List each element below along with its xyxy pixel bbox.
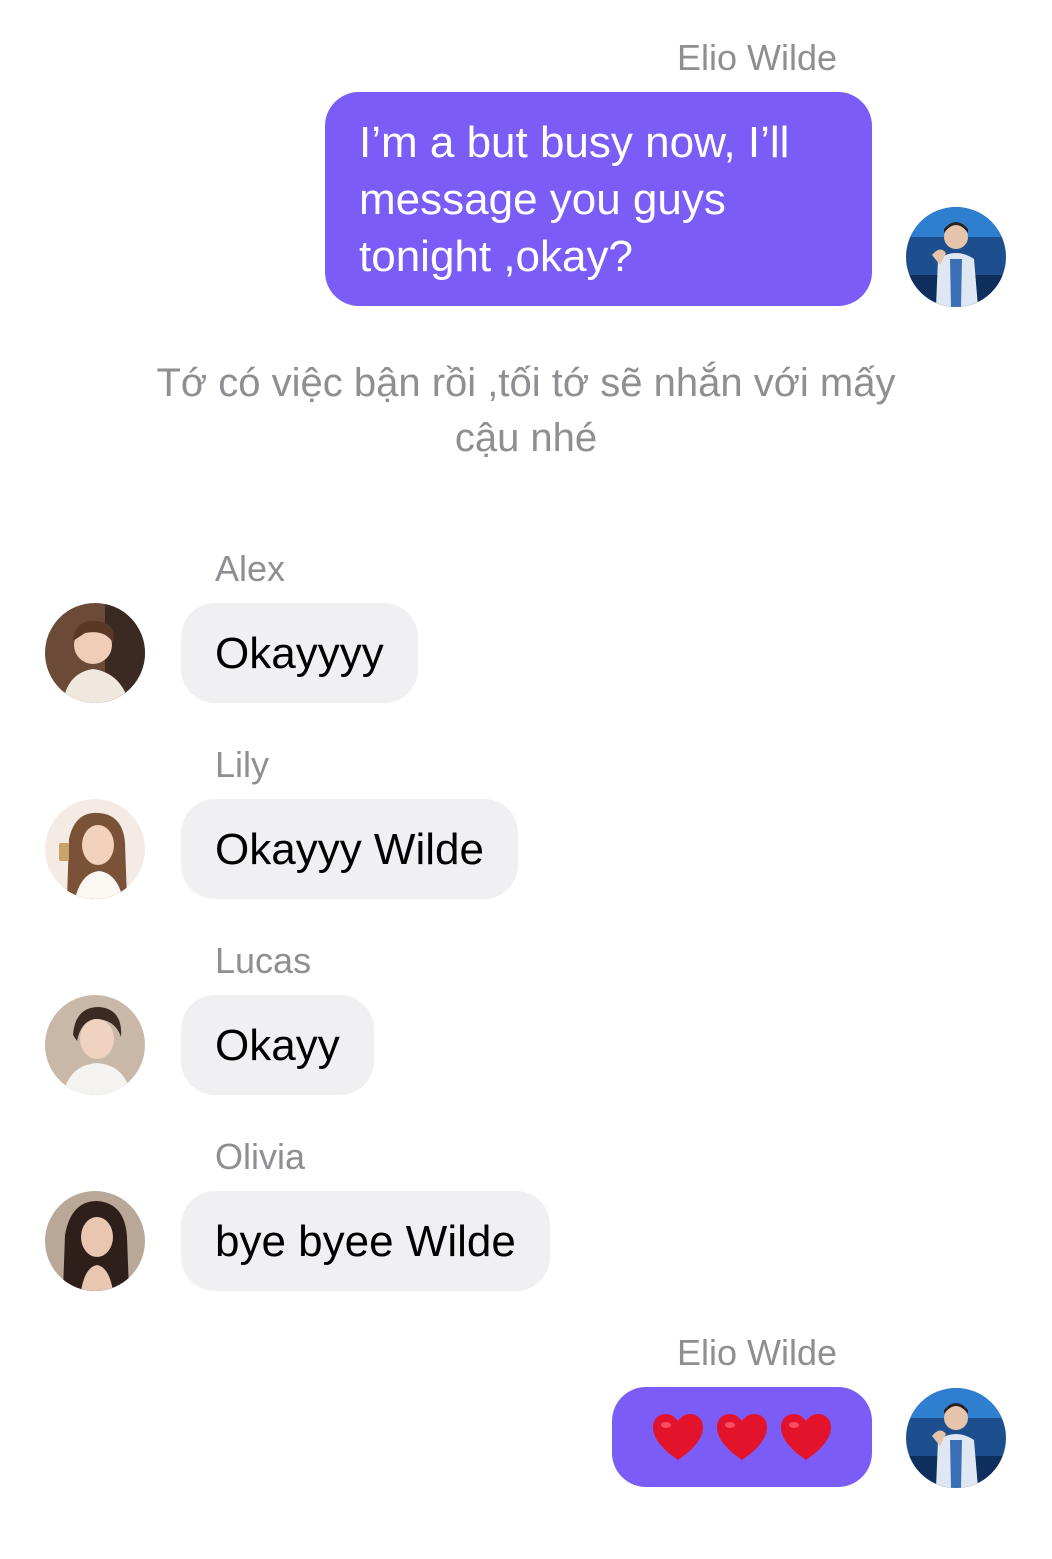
message-bubble-incoming[interactable]: Okayyyy — [181, 603, 418, 703]
avatar-elio-wilde[interactable] — [906, 1388, 1006, 1488]
sender-name-lucas: Lucas — [215, 940, 312, 981]
avatar-lily[interactable] — [45, 799, 145, 899]
message-text: Okayyy Wilde — [215, 824, 484, 874]
sender-name-olivia: Olivia — [215, 1136, 306, 1177]
elio-wilde-photo — [906, 207, 1006, 307]
message-text: Okayyyy — [215, 628, 384, 678]
message-bubble-incoming[interactable]: Okayyy Wilde — [181, 799, 518, 899]
message-text: Okayy — [215, 1020, 340, 1070]
olivia-photo — [45, 1191, 145, 1291]
elio-wilde-photo — [906, 1388, 1006, 1488]
lucas-photo — [45, 995, 145, 1095]
message-bubble-outgoing[interactable]: I’m a but busy now, I’ll message you guy… — [325, 92, 872, 306]
translation-text: Tớ có việc bận rồi ,tối tớ sẽ nhắn với m… — [156, 361, 896, 460]
alex-photo — [45, 603, 145, 703]
sender-name-alex: Alex — [215, 548, 286, 589]
heart-emoji — [717, 1414, 767, 1460]
avatar-lucas[interactable] — [45, 995, 145, 1095]
heart-emoji — [781, 1414, 831, 1460]
avatar-alex[interactable] — [45, 603, 145, 703]
avatar-olivia[interactable] — [45, 1191, 145, 1291]
heart-emoji — [653, 1414, 703, 1460]
message-bubble-incoming[interactable]: Okayy — [181, 995, 374, 1095]
message-text: I’m a but busy now, I’ll message you guy… — [359, 118, 790, 281]
sender-name-lily: Lily — [215, 744, 270, 785]
lily-photo — [45, 799, 145, 899]
sender-name-elio-wilde: Elio Wilde — [676, 1332, 837, 1373]
message-text: bye byee Wilde — [215, 1216, 516, 1266]
message-bubble-outgoing[interactable] — [612, 1387, 872, 1487]
avatar-elio-wilde[interactable] — [906, 207, 1006, 307]
message-bubble-incoming[interactable]: bye byee Wilde — [181, 1191, 550, 1291]
sender-name-elio-wilde: Elio Wilde — [676, 37, 837, 78]
